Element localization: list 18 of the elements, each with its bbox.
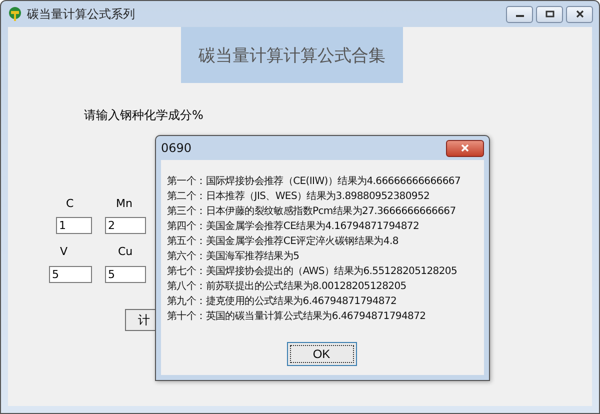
dialog-title: 0690	[161, 141, 192, 155]
result-line: 第四个：美国金属学会推荐CE结果为4.16794871794872	[167, 220, 420, 234]
result-line: 第六个：美国海军推荐结果为5	[167, 250, 300, 264]
window-title: 碳当量计算公式系列	[27, 6, 135, 22]
result-line: 第八个：前苏联提出的公式结果为8.00128205128205	[167, 280, 408, 294]
result-line: 第二个：日本推荐（JIS、WES）结果为3.89880952380952	[167, 190, 431, 204]
element-label: Mn	[116, 197, 132, 210]
element-label: V	[60, 245, 68, 258]
result-line: 第五个：美国金属学会推荐CE评定淬火碳钢结果为4.8	[167, 234, 400, 249]
result-line: 第九个：捷克使用的公式结果为6.46794871794872	[167, 294, 398, 309]
result-line: 第十个：英国的碳当量计算公式结果为6.46794871794872	[167, 310, 427, 324]
prompt-label: 请输入钢种化学成分%	[84, 107, 204, 124]
result-line: 第三个：日本伊藤的裂纹敏感指数Pcm结果为27.3666666666667	[167, 204, 457, 219]
banner-title: 碳当量计算计算公式合集	[181, 27, 403, 83]
result-line: 第七个：美国焊接协会提出的（AWS）结果为6.55128205128205	[167, 264, 458, 279]
element-label: C	[66, 197, 74, 210]
element-label: Cu	[118, 245, 133, 258]
result-line: 第一个：国际焊接协会推荐（CE(IIW)）结果为4.66666666666667	[167, 174, 461, 189]
